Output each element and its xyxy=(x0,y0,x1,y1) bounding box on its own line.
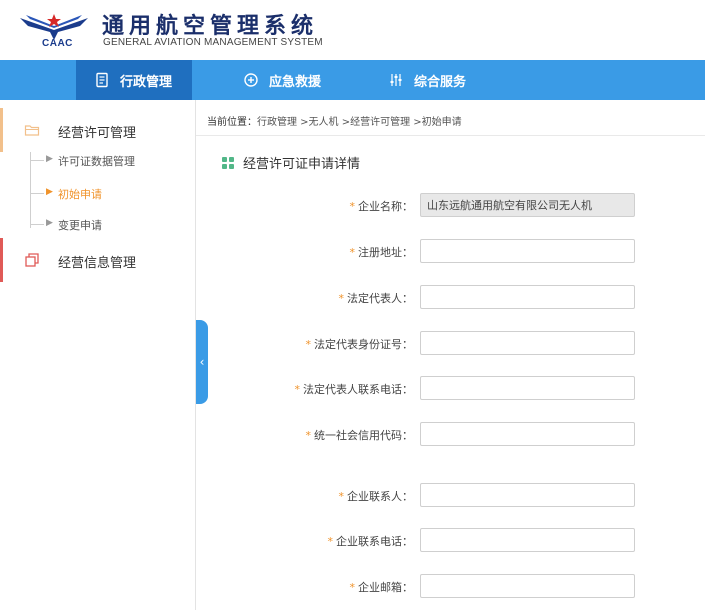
field-label: 法定代表身份证号： xyxy=(314,338,413,351)
chevron-right-icon: ▶ xyxy=(46,154,53,164)
field-label: 法定代表人联系电话： xyxy=(303,383,413,396)
field-label: 法定代表人： xyxy=(347,292,413,305)
form-row-credit-code: * 统一社会信用代码： xyxy=(196,422,705,446)
section-header: 经营许可证申请详情 xyxy=(222,153,360,172)
sidebar-item-label: 变更申请 xyxy=(58,219,102,232)
representative-phone-input[interactable] xyxy=(420,376,635,400)
system-subtitle: GENERAL AVIATION MANAGEMENT SYSTEM xyxy=(103,37,323,48)
plus-circle-icon xyxy=(244,73,258,87)
sidebar-group-label: 经营信息管理 xyxy=(58,256,137,271)
sidebar: 经营许可管理 ▶ 许可证数据管理 ▶ 初始申请 ▶ 变更申请 经营信息管理 xyxy=(0,100,196,610)
form-row-legal-representative: * 法定代表人： xyxy=(196,285,705,309)
app-header: CAAC 通用航空管理系统 GENERAL AVIATION MANAGEMEN… xyxy=(0,0,705,60)
contact-phone-input[interactable] xyxy=(420,528,635,552)
chevron-left-icon: ‹ xyxy=(199,355,205,369)
nav-item-emergency[interactable]: 应急救援 xyxy=(235,60,365,100)
breadcrumb-label: 当前位置： xyxy=(207,117,257,128)
sidebar-item-license-data[interactable]: ▶ 许可证数据管理 xyxy=(0,150,196,172)
required-mark: * xyxy=(294,383,301,396)
nav-item-services[interactable]: 综合服务 xyxy=(380,60,510,100)
legal-representative-input[interactable] xyxy=(420,285,635,309)
required-mark: * xyxy=(305,429,312,442)
field-label: 企业邮箱： xyxy=(358,581,413,594)
form-row-contact-person: * 企业联系人： xyxy=(196,483,705,507)
group-accent-bar xyxy=(0,238,3,282)
breadcrumb: 当前位置：行政管理 >无人机 >经营许可管理 >初始申请 xyxy=(196,100,705,136)
registered-address-input[interactable] xyxy=(420,239,635,263)
field-label: 注册地址： xyxy=(358,246,413,259)
required-mark: * xyxy=(305,338,312,351)
document-icon xyxy=(96,72,108,88)
nav-label-emergency: 应急救援 xyxy=(269,74,322,90)
grid-icon xyxy=(222,156,234,169)
field-label: 企业名称： xyxy=(358,200,413,213)
nav-label-services: 综合服务 xyxy=(414,74,467,90)
field-label: 企业联系电话： xyxy=(336,535,413,548)
sidebar-group-info[interactable]: 经营信息管理 xyxy=(0,238,196,282)
group-accent-bar xyxy=(0,108,3,152)
copy-icon xyxy=(25,253,39,267)
sidebar-item-initial-application[interactable]: ▶ 初始申请 xyxy=(0,183,196,205)
chevron-right-icon: ▶ xyxy=(46,187,53,197)
field-label: 统一社会信用代码： xyxy=(314,429,413,442)
credit-code-input[interactable] xyxy=(420,422,635,446)
required-mark: * xyxy=(349,246,356,259)
required-mark: * xyxy=(338,490,345,503)
section-title: 经营许可证申请详情 xyxy=(243,157,361,172)
form-row-contact-phone: * 企业联系电话： xyxy=(196,528,705,552)
required-mark: * xyxy=(349,581,356,594)
sidebar-item-change-application[interactable]: ▶ 变更申请 xyxy=(0,214,196,236)
contact-person-input[interactable] xyxy=(420,483,635,507)
nav-item-admin[interactable]: 行政管理 xyxy=(76,60,192,100)
form-row-representative-phone: * 法定代表人联系电话： xyxy=(196,376,705,400)
top-nav: 行政管理 应急救援 综合服务 xyxy=(0,60,705,100)
chevron-right-icon: ▶ xyxy=(46,218,53,228)
form-row-registered-address: * 注册地址： xyxy=(196,239,705,263)
form-row-company-name: * 企业名称： xyxy=(196,193,705,217)
required-mark: * xyxy=(349,200,356,213)
sliders-icon xyxy=(390,74,402,86)
company-email-input[interactable] xyxy=(420,574,635,598)
folder-icon xyxy=(24,125,40,136)
required-mark: * xyxy=(327,535,334,548)
required-mark: * xyxy=(338,292,345,305)
sidebar-item-label: 初始申请 xyxy=(58,188,102,201)
form-row-company-email: * 企业邮箱： xyxy=(196,574,705,598)
sidebar-group-label: 经营许可管理 xyxy=(58,126,137,141)
representative-id-input[interactable] xyxy=(420,331,635,355)
logo-caac-text: CAAC xyxy=(42,38,73,49)
sidebar-group-license[interactable]: 经营许可管理 xyxy=(0,108,196,152)
form-row-representative-id: * 法定代表身份证号： xyxy=(196,331,705,355)
company-name-input[interactable] xyxy=(420,193,635,217)
nav-label-admin: 行政管理 xyxy=(120,74,173,90)
system-title: 通用航空管理系统 xyxy=(102,13,319,39)
sidebar-item-label: 许可证数据管理 xyxy=(58,155,135,168)
field-label: 企业联系人： xyxy=(347,490,413,503)
breadcrumb-path: 行政管理 >无人机 >经营许可管理 >初始申请 xyxy=(257,117,462,128)
